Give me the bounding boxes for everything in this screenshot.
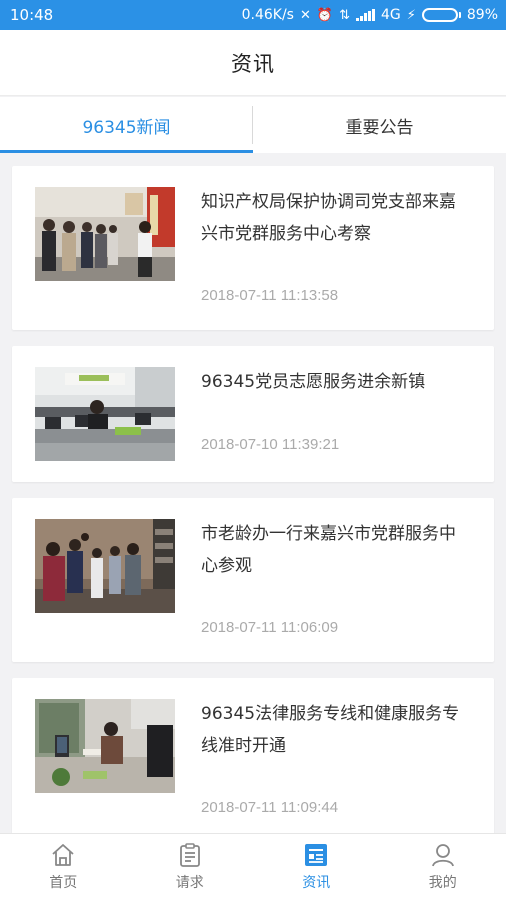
- profile-icon: [431, 844, 454, 867]
- nav-home-label: 首页: [49, 875, 78, 891]
- battery-icon: [421, 8, 461, 22]
- network-type: 4G: [380, 7, 401, 23]
- status-time: 10:48: [10, 6, 54, 24]
- news-list: 知识产权局保护协调司党支部来嘉兴市党群服务中心考察 2018-07-11 11:…: [0, 153, 506, 833]
- news-card[interactable]: 96345党员志愿服务进余新镇 2018-07-10 11:39:21: [12, 346, 494, 482]
- status-bar: 10:48 0.46K/s ✕ ⏰ ⇅ 4G ⚡ 89%: [0, 0, 506, 30]
- news-title: 96345党员志愿服务进余新镇: [201, 372, 426, 392]
- news-tabs: 96345新闻 重要公告: [0, 97, 506, 153]
- request-icon: [179, 843, 200, 867]
- charging-icon: ⚡: [406, 7, 416, 23]
- status-indicators: 0.46K/s ✕ ⏰ ⇅ 4G ⚡ 89%: [242, 7, 498, 23]
- news-card[interactable]: 市老龄办一行来嘉兴市党群服务中心参观 2018-07-11 11:06:09: [12, 498, 494, 662]
- nav-news[interactable]: 资讯: [253, 834, 380, 900]
- bottom-nav: 首页 请求 资讯 我的: [0, 833, 506, 900]
- battery-percent: 89%: [466, 7, 498, 23]
- page-header: 资讯: [0, 30, 506, 96]
- news-thumbnail: [35, 519, 175, 613]
- silent-icon: ✕: [299, 7, 311, 23]
- news-time: 2018-07-10 11:39:21: [201, 436, 340, 453]
- nav-news-label: 资讯: [302, 875, 331, 891]
- news-title: 96345法律服务专线和健康服务专线准时开通: [201, 704, 460, 756]
- news-time: 2018-07-11 11:13:58: [201, 287, 339, 304]
- news-card[interactable]: 知识产权局保护协调司党支部来嘉兴市党群服务中心考察 2018-07-11 11:…: [12, 166, 494, 330]
- network-speed: 0.46K/s: [241, 7, 294, 23]
- data-transfer-icon: ⇅: [339, 7, 350, 23]
- news-time: 2018-07-11 11:09:44: [201, 799, 339, 816]
- news-thumbnail: [35, 187, 175, 281]
- alarm-icon: ⏰: [316, 7, 334, 23]
- news-icon: [305, 844, 328, 866]
- news-thumbnail: [35, 699, 175, 793]
- nav-profile[interactable]: 我的: [380, 834, 506, 900]
- news-title: 市老龄办一行来嘉兴市党群服务中心参观: [201, 524, 456, 576]
- nav-request-label: 请求: [175, 875, 204, 891]
- page-title: 资讯: [231, 51, 275, 76]
- tab-96345-news[interactable]: 96345新闻: [0, 97, 253, 153]
- nav-request[interactable]: 请求: [127, 834, 254, 900]
- home-icon: [52, 844, 74, 866]
- tab-divider: [252, 106, 253, 144]
- tab-announcements[interactable]: 重要公告: [253, 97, 506, 153]
- news-title: 知识产权局保护协调司党支部来嘉兴市党群服务中心考察: [201, 192, 456, 244]
- nav-profile-label: 我的: [428, 875, 457, 891]
- news-card[interactable]: 96345法律服务专线和健康服务专线准时开通 2018-07-11 11:09:…: [12, 678, 494, 833]
- signal-icon: [355, 9, 375, 21]
- news-thumbnail: [35, 367, 175, 461]
- nav-home[interactable]: 首页: [0, 834, 127, 900]
- news-time: 2018-07-11 11:06:09: [201, 619, 339, 636]
